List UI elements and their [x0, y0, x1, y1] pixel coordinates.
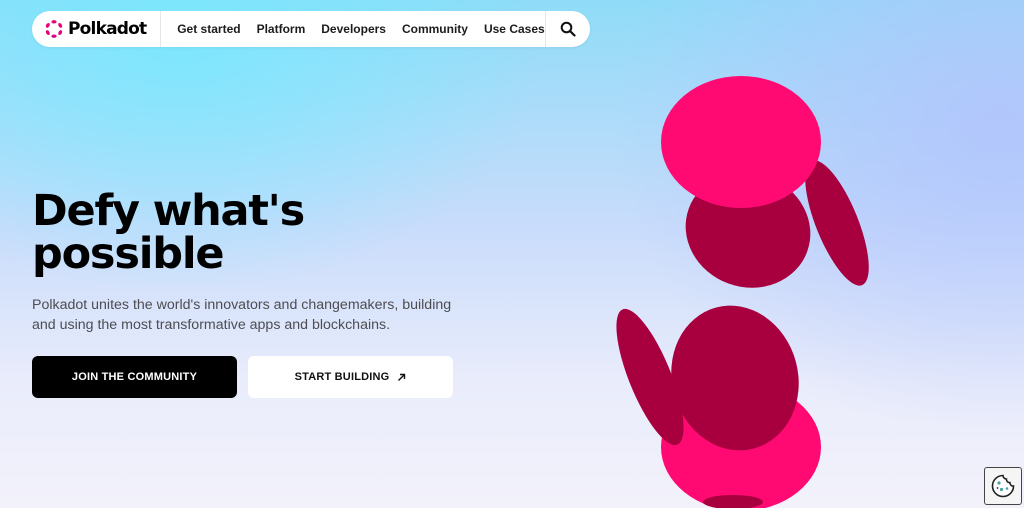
upper-disc-group [661, 76, 869, 288]
disc-top-bright [661, 76, 821, 208]
cookie-settings-button[interactable] [984, 467, 1022, 505]
decorative-discs-graphic [616, 76, 869, 508]
cookie-icon [991, 474, 1015, 498]
lower-disc-group [616, 305, 821, 508]
